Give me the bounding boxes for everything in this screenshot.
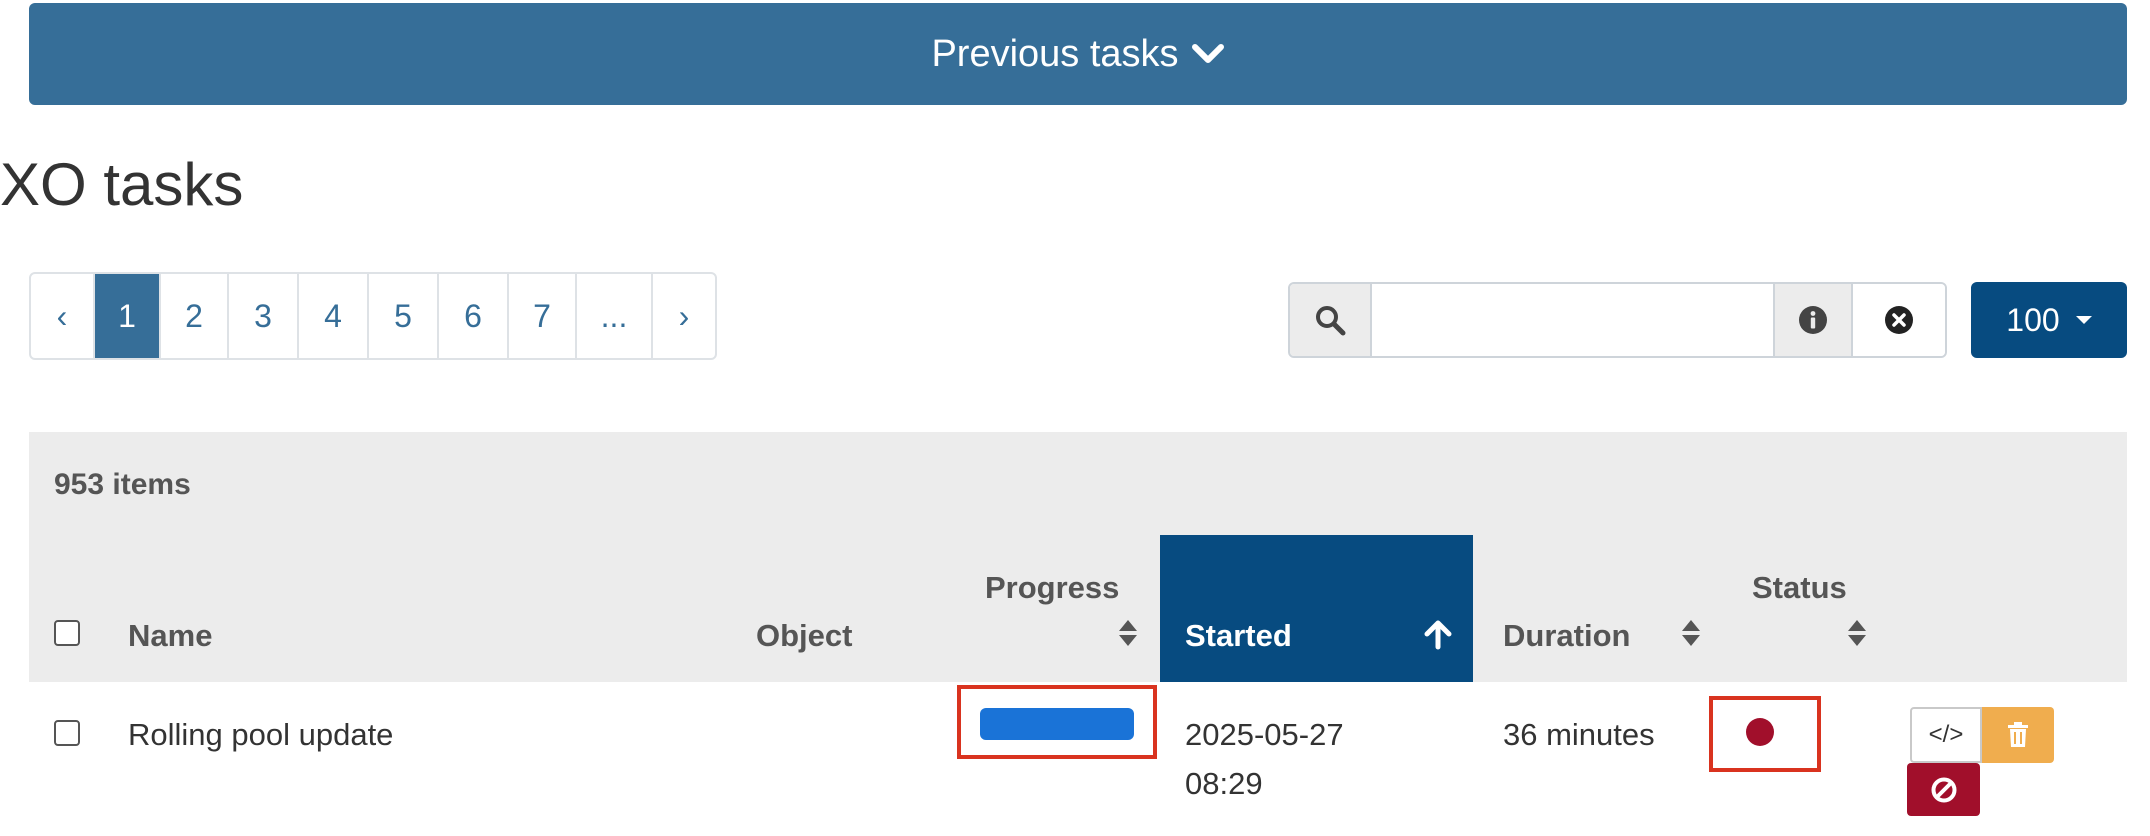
chevron-down-icon xyxy=(1191,44,1224,63)
task-duration: 36 minutes xyxy=(1503,717,1655,752)
search-input[interactable] xyxy=(1372,284,1773,356)
arrow-up-icon[interactable] xyxy=(1423,618,1453,650)
started-date: 2025-05-27 xyxy=(1185,717,1344,752)
started-time: 08:29 xyxy=(1185,766,1263,801)
page-5[interactable]: 5 xyxy=(369,274,439,358)
search-group xyxy=(1288,282,1947,358)
column-header-duration[interactable]: Duration xyxy=(1503,618,1630,654)
code-icon: </> xyxy=(1928,721,1964,748)
search-clear-button[interactable] xyxy=(1851,284,1945,356)
previous-tasks-label: Previous tasks xyxy=(931,32,1179,75)
view-code-button[interactable]: </> xyxy=(1910,707,1982,763)
page-6[interactable]: 6 xyxy=(439,274,509,358)
cancel-task-button[interactable] xyxy=(1907,763,1980,816)
column-header-object[interactable]: Object xyxy=(756,618,852,654)
search-addon xyxy=(1290,284,1372,356)
page-size-value: 100 xyxy=(2006,301,2060,338)
row-select-checkbox[interactable] xyxy=(54,720,80,746)
column-header-progress[interactable]: Progress xyxy=(985,570,1119,606)
previous-tasks-toggle[interactable]: Previous tasks xyxy=(29,3,2127,105)
trash-icon xyxy=(2008,722,2028,747)
page-ellipsis[interactable]: ... xyxy=(577,274,653,358)
pagination-prev[interactable]: ‹ xyxy=(31,274,95,358)
page-3[interactable]: 3 xyxy=(229,274,299,358)
pagination: ‹ 1 2 3 4 5 6 7 ... › xyxy=(29,272,717,360)
search-info-button[interactable] xyxy=(1773,284,1851,356)
column-header-started-bg[interactable] xyxy=(1160,535,1473,682)
status-indicator xyxy=(1746,718,1774,746)
column-header-name[interactable]: Name xyxy=(128,618,212,654)
page-title: XO tasks xyxy=(0,151,244,218)
column-header-status[interactable]: Status xyxy=(1752,570,1847,606)
items-count: 953 items xyxy=(54,468,191,501)
page-size-dropdown[interactable]: 100 xyxy=(1971,282,2127,358)
column-header-started[interactable]: Started xyxy=(1185,618,1292,654)
page-1[interactable]: 1 xyxy=(95,274,161,358)
pagination-next[interactable]: › xyxy=(653,274,715,358)
sort-icon[interactable] xyxy=(1117,618,1139,648)
page-7[interactable]: 7 xyxy=(509,274,577,358)
select-all-checkbox[interactable] xyxy=(54,620,80,646)
delete-button[interactable] xyxy=(1982,707,2054,763)
info-icon xyxy=(1799,306,1827,334)
progress-bar xyxy=(980,708,1134,740)
clear-icon xyxy=(1885,306,1913,334)
caret-down-icon xyxy=(2075,316,2092,324)
search-icon xyxy=(1316,306,1346,336)
page-4[interactable]: 4 xyxy=(299,274,369,358)
ban-icon xyxy=(1931,777,1956,802)
task-name: Rolling pool update xyxy=(128,717,394,752)
sort-icon[interactable] xyxy=(1680,618,1702,648)
sort-icon[interactable] xyxy=(1846,618,1868,648)
page-2[interactable]: 2 xyxy=(161,274,229,358)
table-header xyxy=(29,432,2127,682)
